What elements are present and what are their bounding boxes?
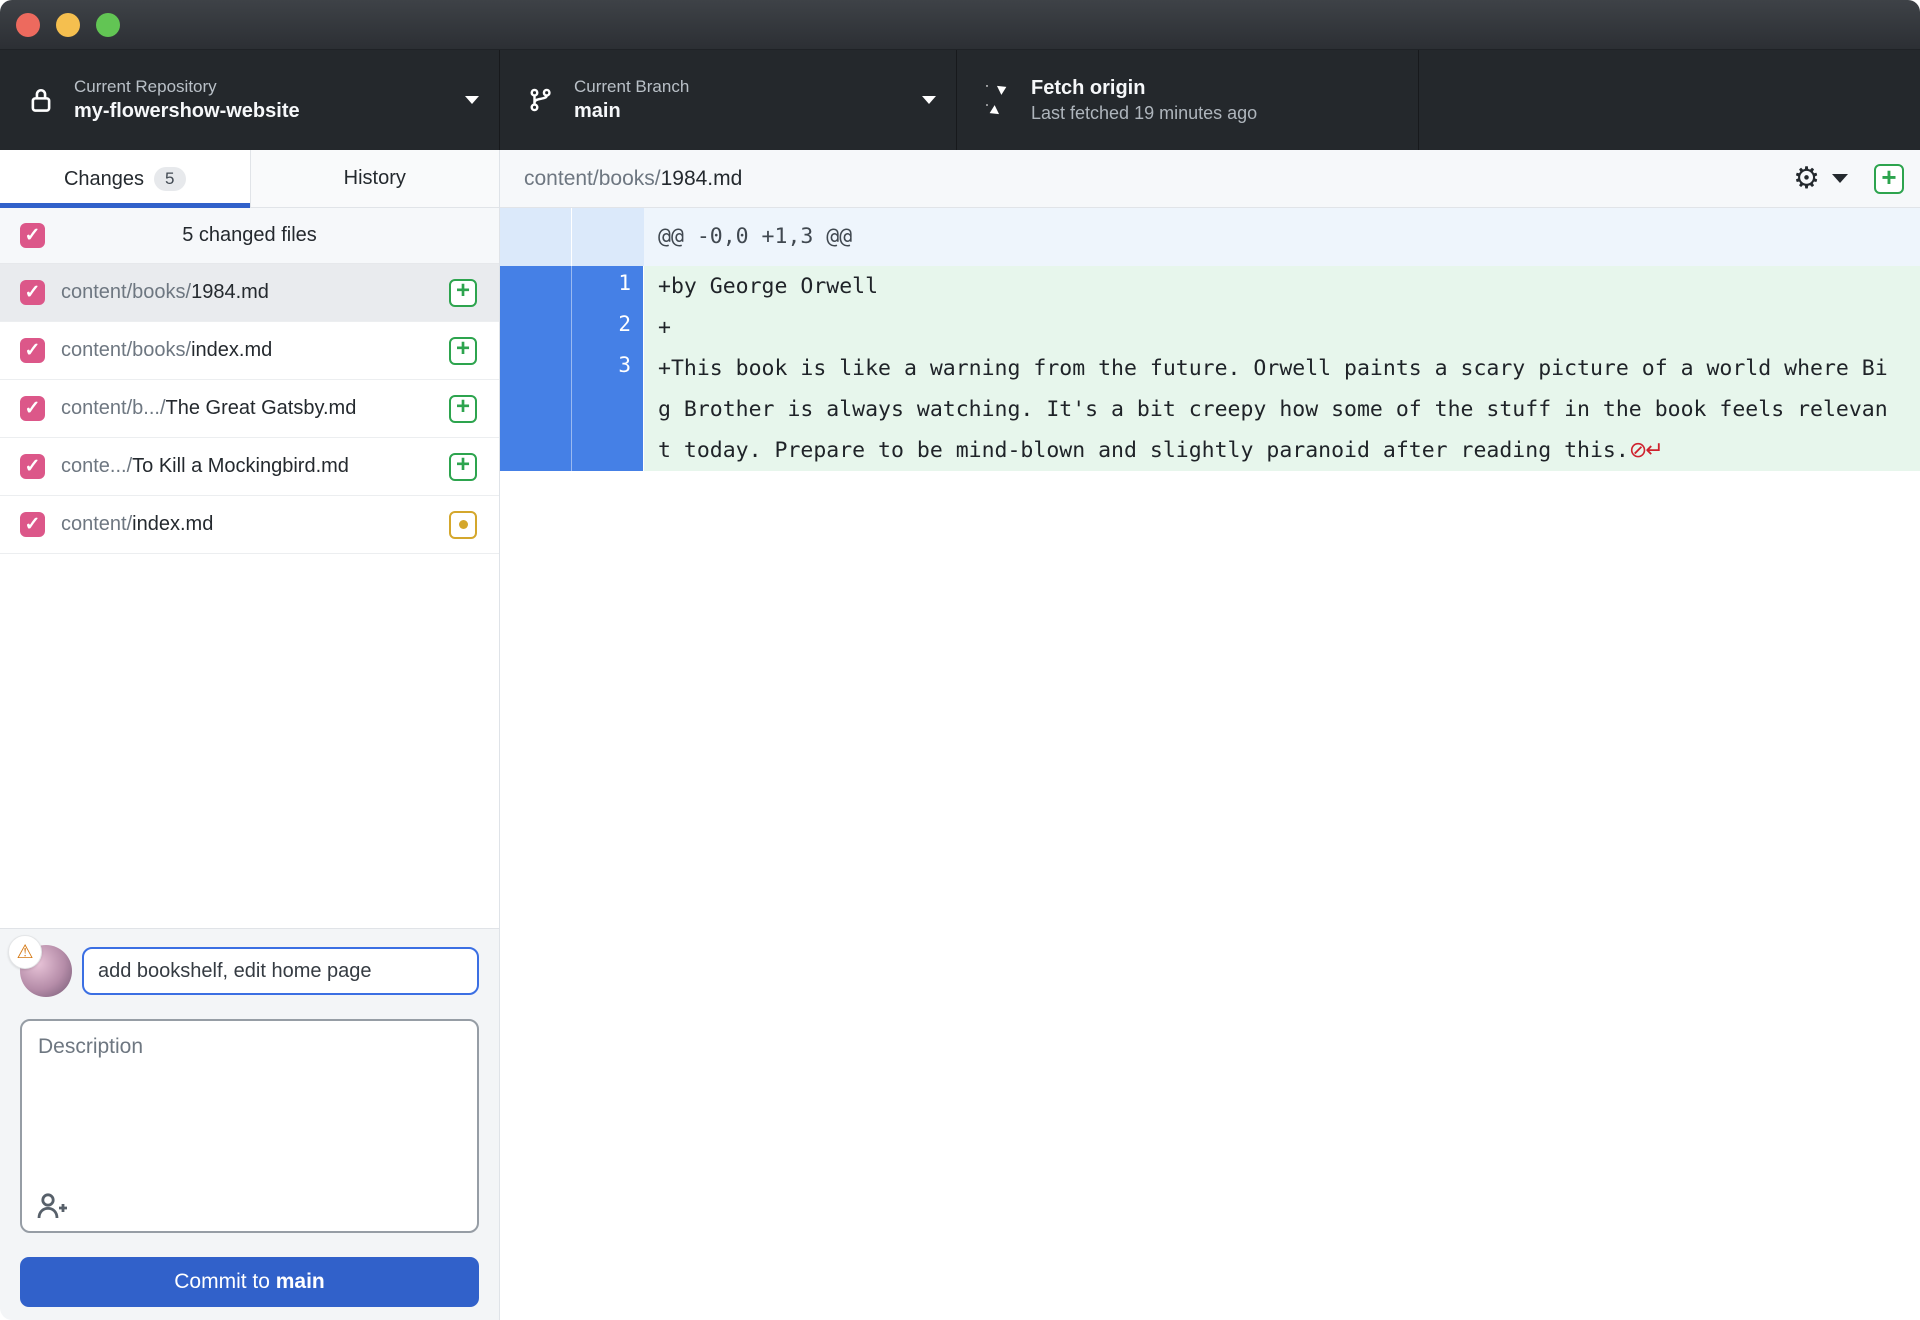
commit-summary-input[interactable] xyxy=(82,947,479,995)
select-all-checkbox[interactable]: ✓ xyxy=(20,223,45,248)
diff-line[interactable]: 2 + xyxy=(500,307,1920,348)
file-list-empty-space xyxy=(0,554,499,928)
app-window: Current Repository my-flowershow-website… xyxy=(0,0,1920,1320)
diff-pane: content/books/1984.md ⚙ + @@ -0,0 +1,3 @… xyxy=(500,150,1920,1320)
check-icon: ✓ xyxy=(24,398,41,419)
check-icon: ✓ xyxy=(24,340,41,361)
no-newline-icon: ⊘↵ xyxy=(1628,438,1664,463)
tab-history-label: History xyxy=(343,167,406,189)
file-checkbox[interactable]: ✓ xyxy=(20,512,45,537)
zoom-button[interactable] xyxy=(96,12,120,37)
lock-icon xyxy=(24,85,58,115)
commit-description-box xyxy=(20,1019,479,1233)
current-repository-dropdown[interactable]: Current Repository my-flowershow-website xyxy=(0,50,500,150)
titlebar xyxy=(0,0,1920,50)
close-button[interactable] xyxy=(16,12,40,37)
file-checkbox[interactable]: ✓ xyxy=(20,280,45,305)
file-row[interactable]: ✓ conte.../To Kill a Mockingbird.md + xyxy=(0,438,499,496)
avatar: ⚠ xyxy=(8,935,72,997)
chevron-down-icon xyxy=(465,96,479,104)
sync-icon xyxy=(981,80,1015,120)
check-icon: ✓ xyxy=(24,225,41,246)
current-branch-dropdown[interactable]: Current Branch main xyxy=(500,50,957,150)
line-number: 3 xyxy=(572,348,644,471)
chevron-down-icon xyxy=(922,96,936,104)
file-path: conte.../To Kill a Mockingbird.md xyxy=(61,455,349,477)
repository-label: Current Repository xyxy=(74,76,217,96)
diff-line[interactable]: 1 +by George Orwell xyxy=(500,266,1920,307)
add-coauthor-icon[interactable] xyxy=(36,1191,70,1221)
commit-button[interactable]: Commit to main xyxy=(20,1257,479,1307)
hunk-header-row: @@ -0,0 +1,3 @@ xyxy=(500,208,1920,266)
fetch-origin-button[interactable]: Fetch origin Last fetched 19 minutes ago xyxy=(957,50,1419,150)
tab-changes-label: Changes xyxy=(63,167,145,190)
fetch-subtitle: Last fetched 19 minutes ago xyxy=(1031,102,1258,123)
file-path: content/books/1984.md xyxy=(61,281,269,303)
warning-badge[interactable]: ⚠ xyxy=(8,935,42,969)
tab-changes[interactable]: Changes 5 xyxy=(0,150,250,208)
commit-description-input[interactable] xyxy=(22,1021,477,1181)
file-checkbox[interactable]: ✓ xyxy=(20,396,45,421)
diff-line-text: + xyxy=(644,307,1920,348)
toolbar-empty-space xyxy=(1419,50,1920,150)
gear-icon[interactable]: ⚙ xyxy=(1793,163,1820,194)
file-added-icon: + xyxy=(449,451,477,481)
check-icon: ✓ xyxy=(24,282,41,303)
minimize-button[interactable] xyxy=(56,12,80,37)
warning-icon: ⚠ xyxy=(16,940,34,963)
hunk-header: @@ -0,0 +1,3 @@ xyxy=(644,208,1920,266)
tabbar: Changes 5 History xyxy=(0,150,499,208)
line-number: 1 xyxy=(572,266,644,307)
line-number: 2 xyxy=(572,307,644,348)
sidebar: Changes 5 History ✓ 5 changed files ✓ co… xyxy=(0,150,500,1320)
file-row[interactable]: ✓ content/books/1984.md + xyxy=(0,264,499,322)
file-added-icon: + xyxy=(449,393,477,423)
branch-name: main xyxy=(574,100,621,123)
changed-files-count: 5 changed files xyxy=(182,224,317,246)
chevron-down-icon[interactable] xyxy=(1832,174,1848,183)
file-added-icon: + xyxy=(449,277,477,307)
tab-history[interactable]: History xyxy=(249,150,499,208)
file-row[interactable]: ✓ content/b.../The Great Gatsby.md + xyxy=(0,380,499,438)
changes-count-badge: 5 xyxy=(154,167,186,191)
diff-line-text: +This book is like a warning from the fu… xyxy=(644,348,1920,471)
commit-area: ⚠ Commit to main xyxy=(0,928,499,1320)
file-path: content/index.md xyxy=(61,513,214,535)
check-icon: ✓ xyxy=(24,514,41,535)
diff-file-path: content/books/1984.md xyxy=(524,166,743,190)
file-checkbox[interactable]: ✓ xyxy=(20,454,45,479)
branch-label: Current Branch xyxy=(574,76,690,96)
file-path: content/b.../The Great Gatsby.md xyxy=(61,397,357,419)
file-added-icon: + xyxy=(449,335,477,365)
check-icon: ✓ xyxy=(24,456,41,477)
file-row[interactable]: ✓ content/books/index.md + xyxy=(0,322,499,380)
git-branch-icon xyxy=(524,86,558,114)
file-row[interactable]: ✓ content/index.md xyxy=(0,496,499,554)
repository-name: my-flowershow-website xyxy=(74,100,300,123)
fetch-title: Fetch origin xyxy=(1031,76,1146,99)
diff-line[interactable]: 3 +This book is like a warning from the … xyxy=(500,348,1920,471)
diff-body: @@ -0,0 +1,3 @@ 1 +by George Orwell 2 + … xyxy=(500,208,1920,1320)
file-checkbox[interactable]: ✓ xyxy=(20,338,45,363)
traffic-lights xyxy=(16,12,120,37)
expand-diff-button[interactable]: + xyxy=(1874,162,1904,194)
diff-header: content/books/1984.md ⚙ + xyxy=(500,150,1920,208)
file-path: content/books/index.md xyxy=(61,339,273,361)
diff-line-text: +by George Orwell xyxy=(644,266,1920,307)
toolbar: Current Repository my-flowershow-website… xyxy=(0,50,1920,150)
file-modified-icon xyxy=(449,510,477,539)
changed-files-header: ✓ 5 changed files xyxy=(0,208,499,264)
